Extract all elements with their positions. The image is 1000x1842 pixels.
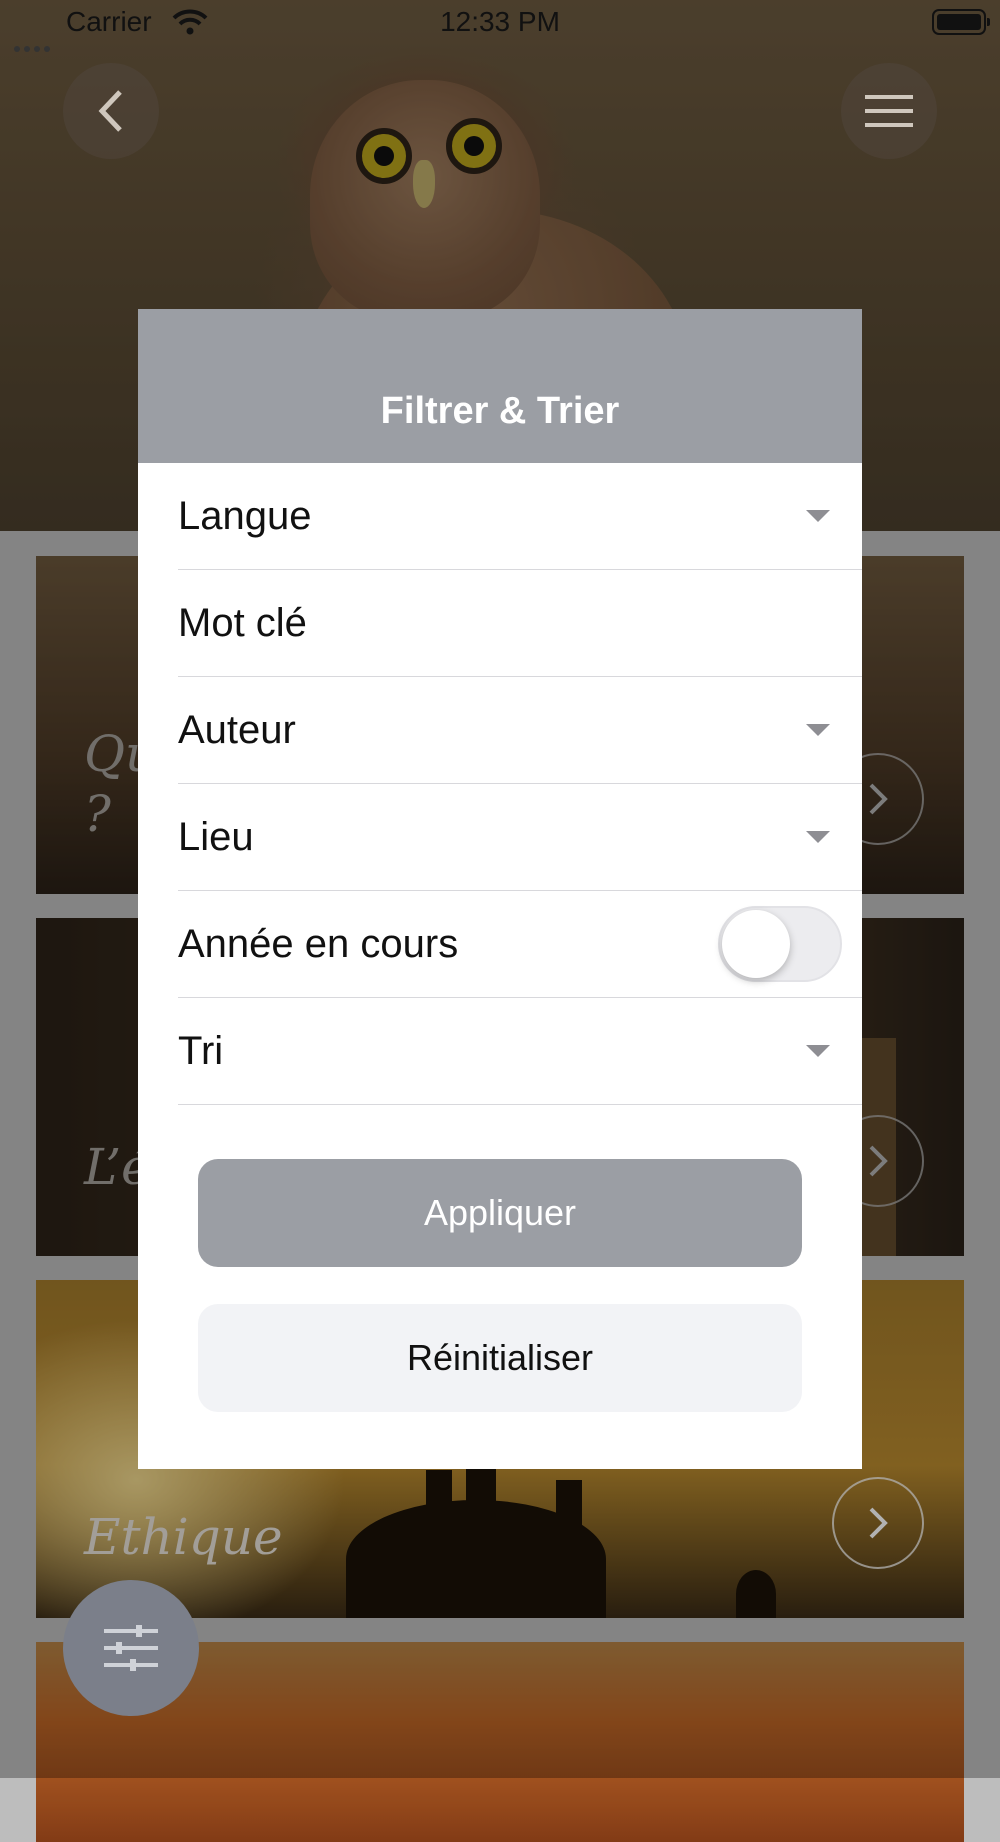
back-button[interactable] <box>63 63 159 159</box>
battery-icon <box>932 9 990 35</box>
filter-button[interactable] <box>63 1580 199 1716</box>
modal-title: Filtrer & Trier <box>380 390 620 432</box>
hamburger-menu-icon <box>865 95 913 127</box>
status-bar: Carrier 12:33 PM <box>0 0 1000 52</box>
sort-dropdown[interactable]: Tri <box>178 998 862 1105</box>
author-dropdown[interactable]: Auteur <box>178 677 862 784</box>
caret-down-icon <box>806 1045 830 1057</box>
language-dropdown[interactable]: Langue <box>178 463 862 570</box>
modal-header: Filtrer & Trier <box>138 309 862 463</box>
clock: 12:33 PM <box>440 6 560 37</box>
menu-button[interactable] <box>841 63 937 159</box>
current-year-toggle[interactable] <box>718 906 842 982</box>
keyword-field[interactable]: Mot clé <box>178 570 862 677</box>
place-dropdown[interactable]: Lieu <box>178 784 862 891</box>
current-year-row: Année en cours <box>178 891 862 998</box>
filter-sort-modal: Filtrer & Trier Langue Mot clé Auteur Li… <box>138 309 862 1469</box>
caret-down-icon <box>806 510 830 522</box>
sliders-icon <box>104 1625 158 1671</box>
row-label: Tri <box>178 1028 224 1073</box>
row-label: Lieu <box>178 814 254 859</box>
row-label: Langue <box>178 493 312 538</box>
chevron-left-icon <box>98 90 122 132</box>
row-label: Auteur <box>178 707 296 752</box>
row-label: Année en cours <box>178 921 459 966</box>
caret-down-icon <box>806 831 830 843</box>
reset-button[interactable]: Réinitialiser <box>198 1304 802 1412</box>
row-label: Mot clé <box>178 600 307 645</box>
apply-button[interactable]: Appliquer <box>198 1159 802 1267</box>
caret-down-icon <box>806 724 830 736</box>
